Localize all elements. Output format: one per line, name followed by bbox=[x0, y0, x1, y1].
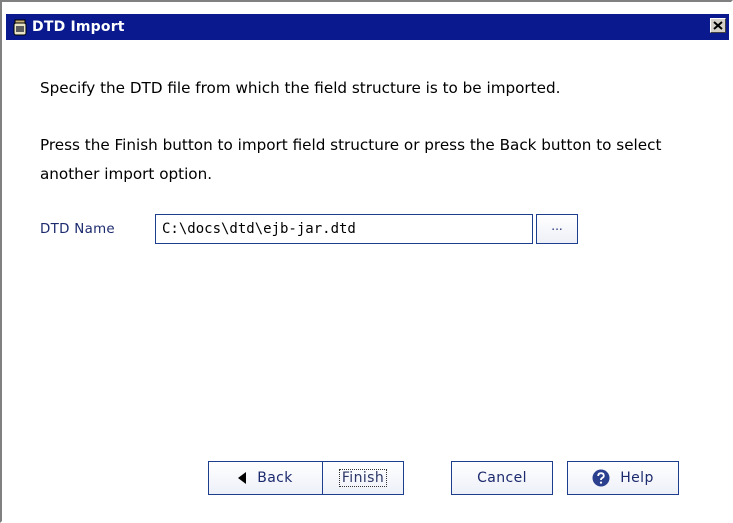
dialog-content: Specify the DTD file from which the fiel… bbox=[6, 42, 731, 521]
left-arrow-icon bbox=[238, 472, 247, 484]
back-button-label: Back bbox=[257, 470, 293, 486]
finish-button[interactable]: Finish bbox=[322, 461, 404, 495]
cancel-button[interactable]: Cancel bbox=[451, 461, 553, 495]
cancel-button-label: Cancel bbox=[477, 470, 527, 486]
back-button[interactable]: Back bbox=[208, 461, 322, 495]
jar-icon bbox=[12, 19, 28, 36]
title-bar[interactable]: DTD Import bbox=[6, 14, 729, 40]
instruction-text-2: Press the Finish button to import field … bbox=[40, 136, 662, 183]
help-button-label: Help bbox=[620, 470, 654, 486]
help-icon bbox=[592, 469, 610, 487]
window-title: DTD Import bbox=[32, 19, 125, 35]
close-button[interactable] bbox=[710, 18, 726, 33]
dtd-name-label: DTD Name bbox=[40, 222, 115, 237]
browse-button[interactable]: ... bbox=[536, 214, 578, 244]
instruction-text-1: Specify the DTD file from which the fiel… bbox=[40, 79, 561, 97]
dtd-import-dialog: DTD Import Specify the DTD file from whi… bbox=[0, 0, 733, 523]
finish-button-label: Finish bbox=[338, 469, 388, 487]
close-icon bbox=[713, 21, 723, 30]
help-button[interactable]: Help bbox=[567, 461, 679, 495]
dtd-name-input[interactable] bbox=[155, 214, 533, 244]
